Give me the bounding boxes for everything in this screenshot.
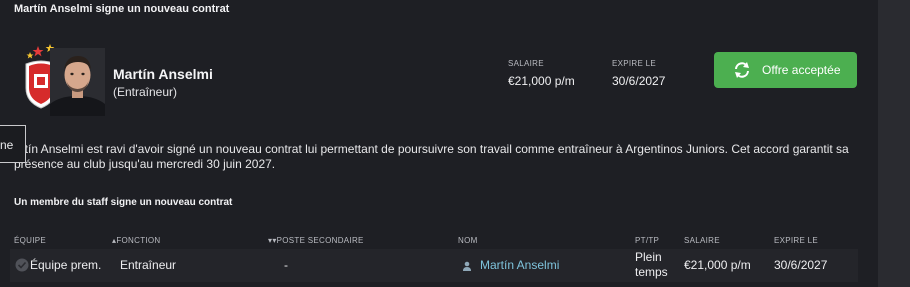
check-icon — [15, 258, 29, 272]
tooltip-text: ne — [0, 138, 14, 152]
table-row[interactable]: Équipe prem. Entraîneur - Martín Anselmi… — [10, 249, 858, 282]
refresh-icon — [735, 62, 749, 78]
col-pt[interactable]: PT/TP — [635, 236, 659, 245]
salary-value: €21,000 p/m — [508, 74, 575, 88]
scrollbar[interactable] — [878, 0, 910, 287]
col-team[interactable]: ÉQUIPE — [14, 236, 46, 245]
row-function: Entraîneur — [120, 258, 177, 272]
person-photo — [50, 48, 105, 116]
col-secondary[interactable]: ▾▾POSTE SECONDAIRE — [268, 236, 364, 245]
row-expires: 30/6/2027 — [774, 258, 828, 272]
col-expires[interactable]: EXPIRE LE — [774, 236, 818, 245]
offer-accepted-button[interactable]: Offre acceptée — [714, 52, 857, 88]
col-salary[interactable]: SALAIRE — [684, 236, 720, 245]
news-panel: Martín Anselmi signe un nouveau contrat … — [0, 0, 878, 287]
row-secondary: - — [284, 258, 288, 272]
salary-label: SALAIRE — [508, 59, 544, 68]
news-title: Martín Anselmi signe un nouveau contrat — [14, 3, 230, 15]
row-name-link[interactable]: Martín Anselmi — [480, 258, 559, 272]
tooltip-fragment: ne — [0, 125, 26, 163]
person-icon — [463, 261, 471, 271]
expires-label: EXPIRE LE — [612, 59, 657, 68]
row-salary: €21,000 p/m — [684, 258, 751, 272]
row-team: Équipe prem. — [30, 258, 102, 272]
staff-section-title: Un membre du staff signe un nouveau cont… — [14, 197, 233, 208]
sort-desc-icon: ▾▾ — [268, 236, 277, 245]
person-name: Martín Anselmi — [113, 66, 213, 82]
col-function[interactable]: ▴FONCTION — [112, 236, 161, 245]
news-description: artín Anselmi est ravi d'avoir signé un … — [14, 142, 849, 171]
row-pt: Plein temps — [635, 250, 668, 279]
offer-accepted-label: Offre acceptée — [762, 63, 841, 77]
col-name[interactable]: NOM — [458, 236, 478, 245]
person-role: (Entraîneur) — [113, 85, 178, 99]
expires-value: 30/6/2027 — [612, 74, 666, 88]
